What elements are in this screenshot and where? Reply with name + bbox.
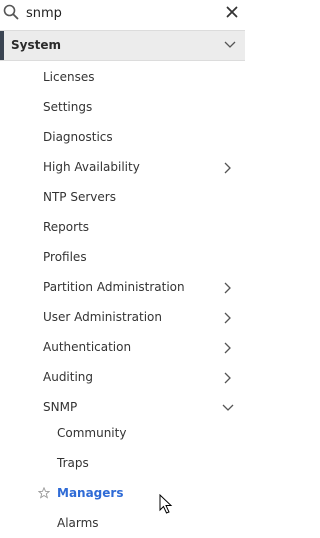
search-input[interactable]	[26, 3, 216, 23]
nav-subitem-managers[interactable]: Managers	[0, 478, 245, 508]
nav-item-label: Traps	[57, 456, 89, 470]
nav-item-high-availability[interactable]: High Availability	[0, 152, 245, 182]
chevron-right-icon	[224, 162, 231, 174]
nav-item-licenses[interactable]: Licenses	[0, 62, 245, 92]
chevron-right-icon	[224, 282, 231, 294]
nav-item-label: SNMP	[43, 400, 78, 414]
star-outline-icon[interactable]	[38, 487, 50, 499]
nav-item-label: High Availability	[43, 160, 140, 174]
nav-item-reports[interactable]: Reports	[0, 212, 245, 242]
nav-item-label: Settings	[43, 100, 93, 114]
nav-item-profiles[interactable]: Profiles	[0, 242, 245, 272]
chevron-right-icon	[224, 342, 231, 354]
chevron-down-icon	[222, 404, 234, 411]
nav-item-settings[interactable]: Settings	[0, 92, 245, 122]
search-bar	[0, 0, 245, 27]
nav-item-label: NTP Servers	[43, 190, 116, 204]
chevron-right-icon	[224, 372, 231, 384]
nav-section-system[interactable]: System	[0, 30, 245, 61]
nav-item-user-administration[interactable]: User Administration	[0, 302, 245, 332]
nav-item-partition-administration[interactable]: Partition Administration	[0, 272, 245, 302]
nav-item-label: User Administration	[43, 310, 162, 324]
nav-item-authentication[interactable]: Authentication	[0, 332, 245, 362]
nav-item-label: Profiles	[43, 250, 87, 264]
close-icon[interactable]	[226, 6, 238, 18]
nav-item-label: Managers	[57, 486, 124, 500]
nav-item-label: Licenses	[43, 70, 95, 84]
nav-item-label: Community	[57, 426, 127, 440]
section-indicator	[0, 31, 4, 60]
nav-item-label: Reports	[43, 220, 90, 234]
nav-item-label: Auditing	[43, 370, 94, 384]
nav-subitem-community[interactable]: Community	[0, 418, 245, 448]
nav-item-label: Authentication	[43, 340, 132, 354]
chevron-down-icon	[224, 41, 236, 48]
nav-item-auditing[interactable]: Auditing	[0, 362, 245, 392]
nav-item-label: Alarms	[57, 516, 99, 530]
nav-item-ntp-servers[interactable]: NTP Servers	[0, 182, 245, 212]
nav-item-diagnostics[interactable]: Diagnostics	[0, 122, 245, 152]
search-icon	[3, 4, 19, 20]
chevron-right-icon	[224, 312, 231, 324]
nav-subitem-traps[interactable]: Traps	[0, 448, 245, 478]
nav-subitem-alarms[interactable]: Alarms	[0, 508, 245, 538]
nav-item-label: Partition Administration	[43, 280, 185, 294]
section-label: System	[11, 38, 61, 52]
nav-item-label: Diagnostics	[43, 130, 113, 144]
